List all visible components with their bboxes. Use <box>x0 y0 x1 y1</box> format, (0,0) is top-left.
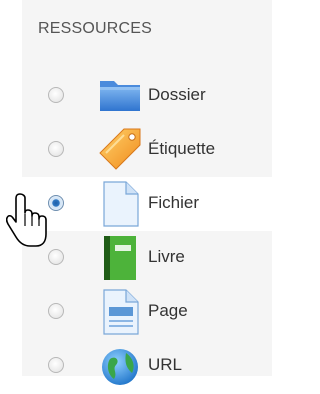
radio-button-url[interactable] <box>48 357 64 373</box>
resource-label: Livre <box>148 247 185 266</box>
resource-item-url[interactable]: URL <box>22 339 272 393</box>
globe-icon <box>98 343 144 389</box>
label-tag-icon <box>98 127 144 173</box>
radio-button-fichier[interactable] <box>48 195 64 211</box>
radio-button-dossier[interactable] <box>48 87 64 103</box>
resource-item-fichier[interactable]: Fichier <box>22 177 272 231</box>
resource-item-livre[interactable]: Livre <box>22 231 272 285</box>
section-heading: RESSOURCES <box>38 20 153 37</box>
file-icon <box>98 181 144 227</box>
page-icon <box>98 289 144 335</box>
resource-label: Étiquette <box>148 139 216 158</box>
resource-label: URL <box>148 355 183 374</box>
resource-label: Page <box>148 301 188 320</box>
resource-item-etiquette[interactable]: Étiquette <box>22 123 272 177</box>
resource-item-dossier[interactable]: Dossier <box>22 69 272 123</box>
folder-icon <box>98 73 144 119</box>
book-icon <box>98 235 144 281</box>
hand-cursor-icon <box>5 192 48 250</box>
resource-label: Dossier <box>148 85 206 104</box>
radio-button-livre[interactable] <box>48 249 64 265</box>
resource-label: Fichier <box>148 193 200 212</box>
radio-button-page[interactable] <box>48 303 64 319</box>
radio-button-etiquette[interactable] <box>48 141 64 157</box>
resource-item-page[interactable]: Page <box>22 285 272 339</box>
